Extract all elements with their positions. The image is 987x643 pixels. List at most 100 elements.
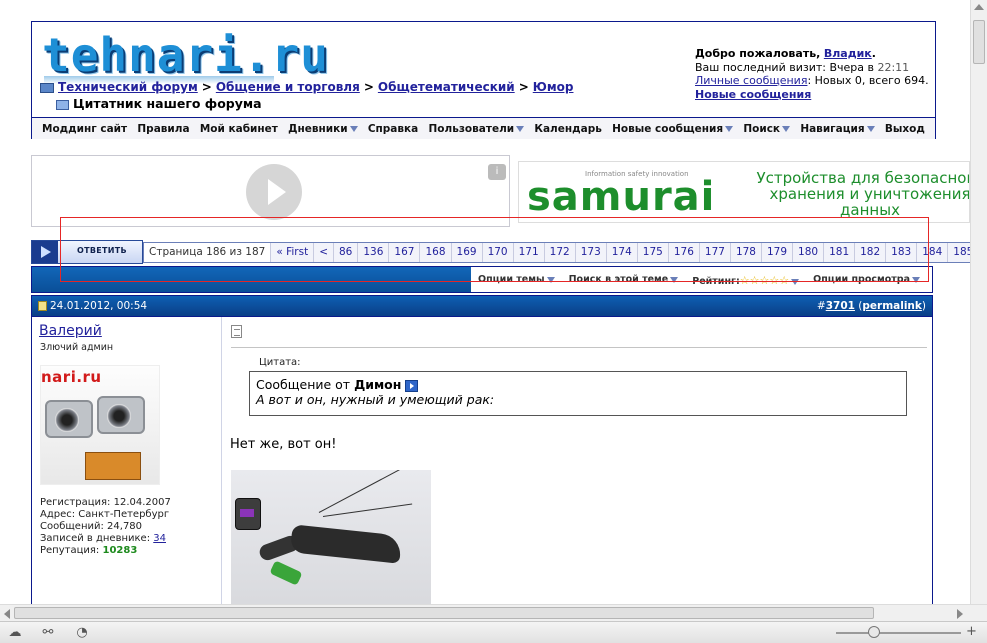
welder-mask: [235, 498, 261, 530]
view-post-icon[interactable]: [405, 379, 419, 392]
nav-item[interactable]: Пользователи: [429, 123, 525, 135]
nav-item[interactable]: Календарь: [534, 123, 601, 135]
reply-button[interactable]: ОТВЕТИТЬ: [31, 240, 143, 264]
breadcrumb-link-humor[interactable]: Юмор: [533, 80, 574, 94]
page-link[interactable]: 136: [358, 243, 390, 262]
horizontal-scroll-thumb[interactable]: [14, 607, 874, 619]
post-document-icon: [231, 325, 242, 338]
samurai-banner[interactable]: Information safety innovation samurai Ус…: [518, 161, 970, 223]
page-link[interactable]: 181: [824, 243, 856, 262]
thread-title-text: Цитатник нашего форума: [73, 96, 262, 111]
page-link[interactable]: 171: [513, 243, 545, 262]
star-icon: ☆: [759, 274, 770, 287]
ad-info-icon[interactable]: i: [488, 164, 506, 180]
author-diary-link[interactable]: 34: [153, 533, 166, 544]
nav-item[interactable]: Моддинг сайт: [42, 123, 127, 135]
page-link[interactable]: 86: [334, 243, 359, 262]
crayfish-image[interactable]: [231, 470, 431, 604]
nav-item-label: Навигация: [800, 122, 865, 135]
zoom-slider-track[interactable]: [836, 632, 961, 634]
page-link[interactable]: 176: [668, 243, 700, 262]
chevron-down-icon: [349, 125, 358, 132]
page-link[interactable]: 169: [451, 243, 483, 262]
page-link[interactable]: 183: [886, 243, 918, 262]
page-link[interactable]: 167: [389, 243, 421, 262]
nav-item-label: Правила: [137, 122, 190, 135]
page-prev-link[interactable]: <: [314, 243, 334, 262]
nav-item[interactable]: Новые сообщения: [612, 123, 734, 135]
thread-icon: [56, 99, 69, 110]
breadcrumb-link-forum[interactable]: Технический форум: [58, 80, 198, 94]
page-link[interactable]: 185: [948, 243, 970, 262]
logo-text: tehnari.ru: [42, 28, 329, 82]
cloud-icon[interactable]: ☁: [8, 626, 22, 640]
pm-counts: : Новых 0, всего 694.: [807, 74, 929, 87]
zoom-slider-knob[interactable]: [868, 626, 880, 638]
post-status-icon: [38, 301, 47, 311]
page-link[interactable]: 177: [699, 243, 731, 262]
star-icon: ☆: [769, 274, 780, 287]
new-posts-link[interactable]: Новые сообщения: [695, 88, 811, 101]
nav-item[interactable]: Мой кабинет: [200, 123, 278, 135]
chevron-down-icon: [866, 125, 875, 132]
permalink-link[interactable]: permalink: [862, 300, 922, 312]
scroll-right-icon[interactable]: [957, 609, 963, 619]
breadcrumb-separator: >: [363, 80, 374, 94]
nav-item[interactable]: Навигация: [800, 122, 875, 135]
welcome-panel: Добро пожаловать, Владик. Ваш последний …: [695, 47, 929, 101]
last-visit-time: 22:11: [877, 60, 910, 74]
rating-menu[interactable]: Рейтинг:☆☆☆☆☆: [692, 274, 800, 287]
vertical-scroll-thumb[interactable]: [973, 20, 985, 64]
quote-author: Димон: [354, 377, 402, 392]
thread-options-menu[interactable]: Опции темы: [478, 274, 555, 287]
thread-options-label: Опции темы: [478, 274, 545, 285]
search-thread-menu[interactable]: Поиск в этой теме: [569, 274, 679, 287]
avatar[interactable]: nari.ru: [40, 365, 160, 485]
post-number-link[interactable]: 3701: [826, 300, 855, 312]
user-link[interactable]: Владик: [824, 47, 872, 60]
page-link[interactable]: 184: [917, 243, 949, 262]
play-icon[interactable]: [246, 164, 302, 220]
video-ad[interactable]: i: [31, 155, 510, 227]
quote-text: А вот и он, нужный и умеющий рак:: [256, 392, 495, 407]
main-navbar: Моддинг сайт Правила Мой кабинет Дневники Сп…: [32, 117, 935, 139]
page-link[interactable]: 173: [575, 243, 607, 262]
page-link[interactable]: 172: [544, 243, 576, 262]
camera-stand: [85, 452, 141, 480]
share-icon[interactable]: ⚯: [41, 626, 55, 640]
view-options-label: Опции просмотра: [813, 274, 911, 285]
zoom-in-icon[interactable]: +: [966, 624, 977, 639]
scroll-up-icon[interactable]: [974, 4, 984, 10]
author-username[interactable]: Валерий: [39, 323, 102, 339]
post-content: Цитата: Сообщение от Димон А вот и он, н…: [223, 317, 933, 604]
page-link[interactable]: 174: [606, 243, 638, 262]
page-link[interactable]: 182: [855, 243, 887, 262]
horizontal-scrollbar[interactable]: [0, 604, 987, 621]
nav-item[interactable]: Дневники: [288, 123, 358, 135]
page-link[interactable]: 168: [420, 243, 452, 262]
page-first-link[interactable]: « First: [271, 243, 315, 262]
camera-image: [97, 396, 145, 434]
private-messages-link[interactable]: Личные сообщения: [695, 74, 807, 87]
page-link[interactable]: 175: [637, 243, 669, 262]
star-icon: ☆: [749, 274, 760, 287]
author-info: Регистрация: 12.04.2007 Адрес: Санкт-Пет…: [40, 497, 171, 557]
page-link[interactable]: 180: [793, 243, 825, 262]
search-thread-label: Поиск в этой теме: [568, 274, 669, 285]
star-icon: ☆: [779, 274, 790, 287]
nav-item[interactable]: Справка: [368, 123, 418, 135]
breadcrumb-link-general[interactable]: Общетематический: [378, 80, 515, 94]
nav-item-label: Моддинг сайт: [42, 122, 128, 135]
vertical-scrollbar[interactable]: [970, 0, 987, 604]
breadcrumb-link-trade[interactable]: Общение и торговля: [216, 80, 360, 94]
nav-item[interactable]: Правила: [137, 123, 189, 135]
gauge-icon[interactable]: ◔: [75, 626, 89, 640]
view-options-menu[interactable]: Опции просмотра: [813, 274, 921, 287]
scroll-left-icon[interactable]: [4, 609, 10, 619]
page-link[interactable]: 179: [761, 243, 794, 262]
page-link[interactable]: 178: [730, 243, 762, 262]
nav-item[interactable]: Выход: [885, 123, 925, 135]
forum-home-icon[interactable]: [40, 82, 54, 93]
nav-item[interactable]: Поиск: [743, 123, 791, 135]
page-link[interactable]: 170: [482, 243, 514, 262]
